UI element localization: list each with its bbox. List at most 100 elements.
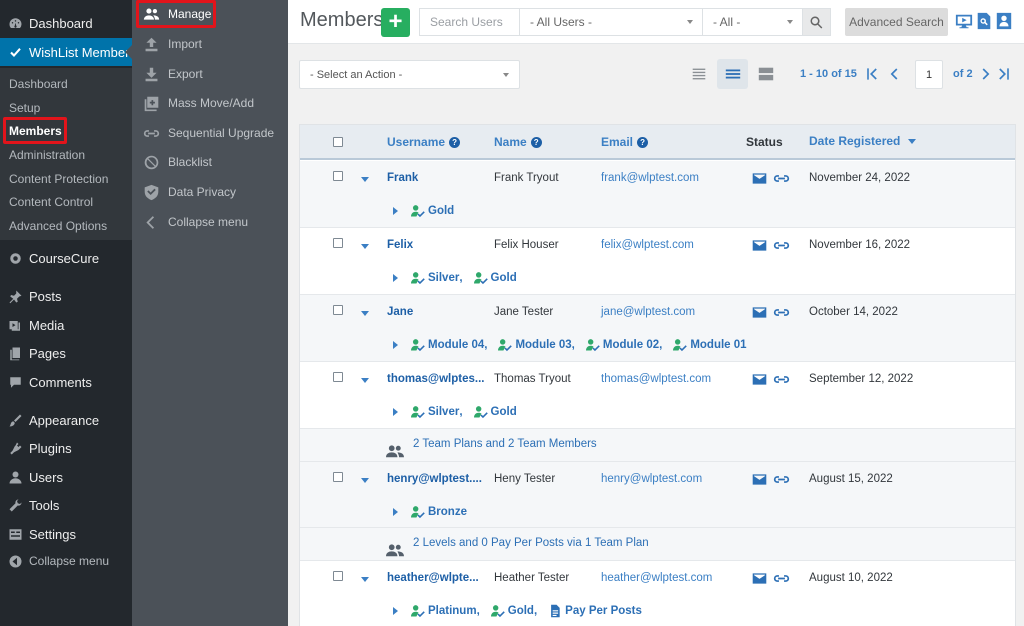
email-status-icon[interactable] [751, 304, 768, 324]
email-status-icon[interactable] [751, 237, 768, 257]
column-name[interactable]: Name? [494, 135, 542, 149]
expand-levels-icon[interactable] [393, 341, 398, 349]
user-profile-icon[interactable] [995, 12, 1013, 30]
wp-menu-pages[interactable]: Pages [0, 341, 132, 365]
users-filter-select[interactable]: - All Users - [519, 8, 703, 36]
wl-menu-import[interactable]: Import [142, 35, 202, 53]
next-page-icon[interactable] [977, 66, 993, 82]
expand-row-icon[interactable] [361, 478, 369, 483]
expand-levels-icon[interactable] [393, 207, 398, 215]
member-email[interactable]: felix@wlptest.com [601, 239, 694, 251]
wl-menu-sequential-upgrade[interactable]: Sequential Upgrade [142, 124, 274, 142]
expand-row-icon[interactable] [361, 577, 369, 582]
pay-per-posts-link[interactable]: Pay Per Posts [547, 604, 642, 618]
team-info[interactable]: 2 Levels and 0 Pay Per Posts via 1 Team … [386, 537, 649, 557]
expand-levels-icon[interactable] [393, 607, 398, 615]
compact-view-button[interactable] [683, 59, 714, 89]
email-status-icon[interactable] [751, 471, 768, 491]
wl-menu-blacklist[interactable]: Blacklist [142, 153, 212, 171]
wl-menu-data-privacy[interactable]: Data Privacy [142, 183, 236, 201]
link-status-icon[interactable] [773, 304, 790, 324]
membership-level[interactable]: Silver , [410, 405, 463, 419]
member-email[interactable]: frank@wlptest.com [601, 172, 699, 184]
select-all-checkbox[interactable] [333, 137, 343, 147]
search-input[interactable]: Search Users [419, 8, 520, 36]
membership-level[interactable]: Module 01 [672, 338, 747, 352]
membership-level[interactable]: Gold [473, 271, 517, 285]
link-status-icon[interactable] [773, 471, 790, 491]
member-username[interactable]: henry@wlptest.... [387, 473, 482, 485]
search-help-icon[interactable] [975, 12, 993, 30]
wp-menu-appearance[interactable]: Appearance [0, 408, 132, 432]
link-status-icon[interactable] [773, 570, 790, 590]
wp-menu-users[interactable]: Users [0, 465, 132, 489]
default-view-button[interactable] [717, 59, 748, 89]
membership-level[interactable]: Gold , [490, 604, 537, 618]
link-status-icon[interactable] [773, 170, 790, 190]
member-email[interactable]: heather@wlptest.com [601, 572, 712, 584]
expand-row-icon[interactable] [361, 378, 369, 383]
expand-levels-icon[interactable] [393, 508, 398, 516]
member-username[interactable]: Frank [387, 172, 418, 184]
page-number-input[interactable]: 1 [915, 60, 943, 89]
wp-menu-tools[interactable]: Tools [0, 493, 132, 517]
wp-submenu-setup[interactable]: Setup [9, 101, 40, 115]
wl-menu-mass-move[interactable]: Mass Move/Add [142, 94, 254, 112]
expand-row-icon[interactable] [361, 244, 369, 249]
email-status-icon[interactable] [751, 570, 768, 590]
expand-row-icon[interactable] [361, 177, 369, 182]
membership-level[interactable]: Gold [410, 204, 454, 218]
wp-submenu-content-protection[interactable]: Content Protection [9, 172, 108, 186]
row-checkbox[interactable] [333, 171, 343, 181]
membership-level[interactable]: Module 02 , [585, 338, 662, 352]
row-checkbox[interactable] [333, 305, 343, 315]
wp-submenu-advanced-options[interactable]: Advanced Options [9, 219, 107, 233]
team-info[interactable]: 2 Team Plans and 2 Team Members [386, 438, 597, 458]
membership-level[interactable]: Gold [473, 405, 517, 419]
search-button[interactable] [802, 8, 831, 36]
add-member-button[interactable]: + [381, 8, 410, 37]
video-help-icon[interactable] [955, 12, 973, 30]
all-filter-select[interactable]: - All - [702, 8, 803, 36]
membership-level[interactable]: Module 03 , [497, 338, 575, 352]
wp-menu-dashboard[interactable]: Dashboard [0, 11, 132, 35]
membership-level[interactable]: Platinum , [410, 604, 480, 618]
wp-menu-wishlist-member[interactable]: WishList Member [0, 38, 132, 66]
column-email[interactable]: Email? [601, 135, 649, 149]
member-username[interactable]: thomas@wlptes... [387, 373, 484, 385]
first-page-icon[interactable] [864, 66, 880, 82]
wp-submenu-dashboard[interactable]: Dashboard [9, 77, 68, 91]
prev-page-icon[interactable] [887, 66, 903, 82]
column-date-registered[interactable]: Date Registered [809, 134, 917, 148]
wp-menu-coursecure[interactable]: CourseCure [0, 246, 132, 270]
wp-menu-media[interactable]: Media [0, 313, 132, 337]
expand-row-icon[interactable] [361, 311, 369, 316]
expand-levels-icon[interactable] [393, 408, 398, 416]
member-email[interactable]: thomas@wlptest.com [601, 373, 711, 385]
row-checkbox[interactable] [333, 238, 343, 248]
last-page-icon[interactable] [996, 66, 1012, 82]
membership-level[interactable]: Silver , [410, 271, 463, 285]
wp-menu-plugins[interactable]: Plugins [0, 436, 132, 460]
expand-levels-icon[interactable] [393, 274, 398, 282]
wl-menu-collapse[interactable]: Collapse menu [142, 213, 248, 231]
advanced-search-button[interactable]: Advanced Search [845, 8, 948, 36]
member-username[interactable]: heather@wlpte... [387, 572, 479, 584]
row-checkbox[interactable] [333, 571, 343, 581]
member-email[interactable]: henry@wlptest.com [601, 473, 702, 485]
membership-level[interactable]: Bronze [410, 505, 467, 519]
bulk-action-select[interactable]: - Select an Action - [299, 60, 520, 89]
wp-submenu-administration[interactable]: Administration [9, 148, 85, 162]
column-username[interactable]: Username? [387, 135, 461, 149]
wp-menu-collapse[interactable]: Collapse menu [0, 549, 132, 573]
member-email[interactable]: jane@wlptest.com [601, 306, 695, 318]
member-username[interactable]: Felix [387, 239, 413, 251]
email-status-icon[interactable] [751, 371, 768, 391]
wp-submenu-content-control[interactable]: Content Control [9, 195, 93, 209]
membership-level[interactable]: Module 04 , [410, 338, 487, 352]
wp-menu-comments[interactable]: Comments [0, 370, 132, 394]
row-checkbox[interactable] [333, 472, 343, 482]
email-status-icon[interactable] [751, 170, 768, 190]
wp-menu-settings[interactable]: Settings [0, 522, 132, 546]
wl-menu-export[interactable]: Export [142, 65, 203, 83]
